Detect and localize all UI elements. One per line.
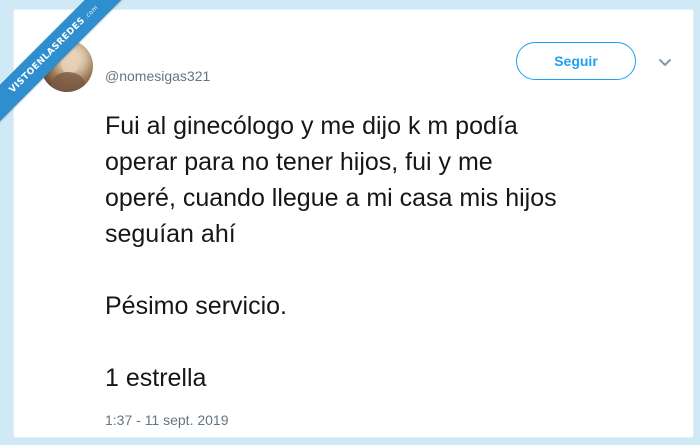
- tweet-line: seguían ahí: [105, 220, 236, 248]
- tweet-line: Fui al ginecólogo y me dijo k m podía: [105, 112, 518, 140]
- avatar-face: [61, 52, 79, 74]
- tweet-line: 1 estrella: [105, 364, 207, 392]
- tweet-line: operar para no tener hijos, fui y me: [105, 148, 493, 176]
- tweet-card: @nomesigas321 Seguir Fui al ginecólogo y…: [14, 10, 693, 437]
- tweet-timestamp[interactable]: 1:37 - 11 sept. 2019: [105, 412, 229, 428]
- tweet-line: operé, cuando llegue a mi casa mis hijos: [105, 184, 557, 212]
- follow-button-label: Seguir: [554, 53, 598, 69]
- tweet-menu-button[interactable]: [654, 52, 676, 74]
- chevron-down-icon: [659, 59, 671, 66]
- tweet-text: Fui al ginecólogo y me dijo k m podía op…: [105, 108, 675, 396]
- username[interactable]: @nomesigas321: [105, 68, 210, 84]
- avatar-body: [51, 72, 85, 92]
- tweet-line: Pésimo servicio.: [105, 292, 287, 320]
- follow-button[interactable]: Seguir: [516, 42, 636, 80]
- avatar[interactable]: [41, 40, 93, 92]
- screenshot-frame: VISTOENLASREDES.com @nomesigas321 Seguir…: [0, 0, 700, 445]
